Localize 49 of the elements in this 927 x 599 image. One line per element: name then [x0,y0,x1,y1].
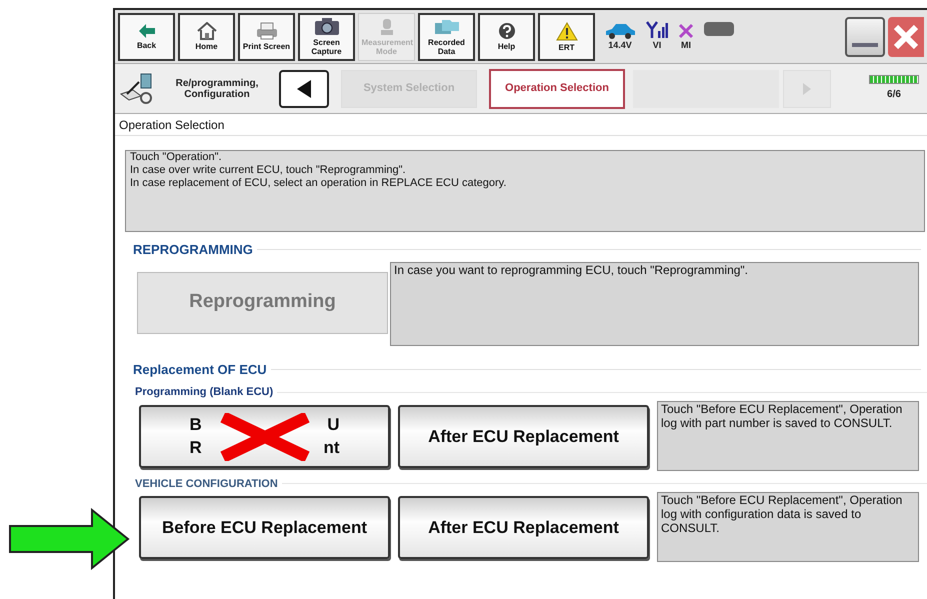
note-box: Touch "Before ECU Replacement", Operation log with configuration data is saved to CONSULT. [657,492,919,562]
back-step-button[interactable] [279,70,329,108]
left-triangle-icon [296,78,312,98]
step-tab[interactable]: Operation Selection [489,68,625,108]
instruction-line: In case replacement of ECU, select an operation in REPLACE ECU category. [130,177,508,190]
operation-button[interactable]: Before ECU Replacement [139,496,390,559]
label-fragment: R [190,437,202,459]
toolbar-button[interactable]: Home [178,12,235,60]
toolbar-button[interactable]: Print Screen [238,12,295,60]
close-button[interactable] [888,16,924,56]
folders-icon [434,18,460,36]
note-box: In case you want to reprogramming ECU, touch "Reprogramming". [390,262,919,346]
toolbar-button[interactable]: Screen Capture [298,12,355,60]
page-title: Operation Selection [115,114,927,136]
section-heading: Replacement OF ECU [133,360,267,379]
minimize-button[interactable] [845,16,885,56]
close-icon [893,24,919,50]
pen-and-device-icon [119,72,155,106]
label-fragment: nt [323,437,340,459]
cross-icon [678,22,694,39]
toolbar-button[interactable]: Help [478,12,535,60]
car-icon [604,22,636,39]
help-icon [498,22,516,40]
status-label: MI [681,38,691,52]
house-icon [196,22,216,40]
label-fragment: B [190,414,202,436]
progress-reading: 6/6 [887,88,901,102]
battery-icon [704,22,734,36]
instruction-line: Touch "Operation". [130,151,223,164]
operation-button[interactable]: After ECU Replacement [398,496,649,559]
section-heading: REPROGRAMMING [133,241,253,259]
toolbar-button[interactable]: Back [118,12,175,60]
warning-icon [556,22,578,40]
mode-title: Re/programming, Configuration [174,78,260,100]
signal-icon [646,20,668,39]
operation-button[interactable]: After ECU Replacement [398,404,649,468]
back-arrow-icon [138,23,156,39]
label-fragment: U [327,414,340,436]
note-box: Touch "Before ECU Replacement", Operation log with part number is saved to CONSULT. [657,400,919,470]
status-label: 14.4V [608,38,632,52]
status-label: VI [652,38,662,52]
printer-icon [254,22,278,40]
toolbar-button[interactable]: ERT [538,12,595,60]
instruction-line: In case over write current ECU, touch "Reprogramming". [130,164,407,177]
right-triangle-icon [802,82,812,96]
toolbar-button[interactable]: Recorded Data [418,12,475,60]
subsection-heading: Programming (Blank ECU) [135,385,274,400]
camera-icon [314,18,340,36]
subsection-heading: VEHICLE CONFIGURATION [135,476,278,492]
